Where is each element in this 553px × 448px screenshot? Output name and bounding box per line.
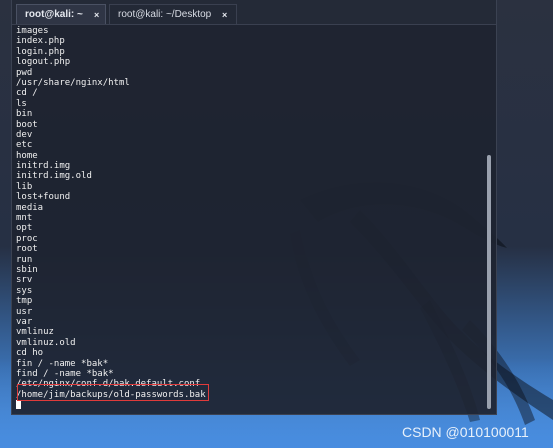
- terminal-line: tmp: [16, 296, 33, 307]
- terminal-line: sys: [16, 285, 33, 296]
- terminal-line: bin: [16, 109, 33, 120]
- terminal-line: images: [16, 26, 49, 36]
- prompt-line[interactable]: [16, 400, 486, 410]
- terminal-line: vmlinuz.old: [16, 337, 76, 348]
- terminal-line: media: [16, 202, 44, 213]
- terminal-line: cd /: [16, 88, 38, 99]
- watermark: CSDN @010100011: [402, 424, 529, 440]
- terminal-line: opt: [16, 223, 33, 234]
- terminal-line: var: [16, 316, 33, 327]
- highlight-box: [17, 384, 209, 401]
- terminal-line: ls: [16, 98, 27, 109]
- terminal-line: usr: [16, 306, 33, 317]
- terminal-window[interactable]: root@kali: ~ × root@kali: ~/Desktop × im…: [11, 0, 497, 415]
- tab-bar: root@kali: ~ × root@kali: ~/Desktop ×: [12, 0, 496, 25]
- terminal-line: vmlinuz: [16, 327, 54, 338]
- terminal-line: sbin: [16, 264, 38, 275]
- terminal-line: mnt: [16, 213, 33, 224]
- terminal-line: initrd.img: [16, 161, 71, 172]
- tab-label: root@kali: ~: [25, 9, 83, 20]
- terminal-line: initrd.img.old: [16, 171, 92, 182]
- tab-root-home[interactable]: root@kali: ~ ×: [16, 4, 106, 24]
- terminal-line: etc: [16, 140, 33, 151]
- terminal-line: cd ho: [16, 348, 44, 359]
- terminal-line: root: [16, 244, 38, 255]
- terminal-line: home: [16, 150, 38, 161]
- terminal-line: find / -name *bak*: [16, 368, 114, 379]
- terminal-line: pwd: [16, 67, 33, 78]
- terminal-output[interactable]: images index.php login.php logout.php pw…: [16, 26, 486, 410]
- close-icon[interactable]: ×: [94, 5, 99, 25]
- text-cursor: [16, 400, 21, 410]
- scrollbar-thumb[interactable]: [487, 155, 491, 409]
- terminal-line: boot: [16, 119, 38, 130]
- terminal-line: lost+found: [16, 192, 71, 203]
- close-icon[interactable]: ×: [222, 5, 227, 25]
- terminal-line: dev: [16, 129, 33, 140]
- scrollbar[interactable]: [486, 26, 492, 412]
- tab-label: root@kali: ~/Desktop: [118, 9, 212, 20]
- terminal-line: fin / -name *bak*: [16, 358, 109, 369]
- terminal-line: run: [16, 254, 33, 265]
- terminal-line: login.php: [16, 46, 65, 57]
- terminal-line: logout.php: [16, 57, 71, 68]
- tab-root-desktop[interactable]: root@kali: ~/Desktop ×: [109, 4, 237, 24]
- terminal-line: srv: [16, 275, 33, 286]
- terminal-line: index.php: [16, 36, 65, 47]
- terminal-line: lib: [16, 181, 33, 192]
- terminal-line: proc: [16, 233, 38, 244]
- terminal-line: /usr/share/nginx/html: [16, 77, 130, 88]
